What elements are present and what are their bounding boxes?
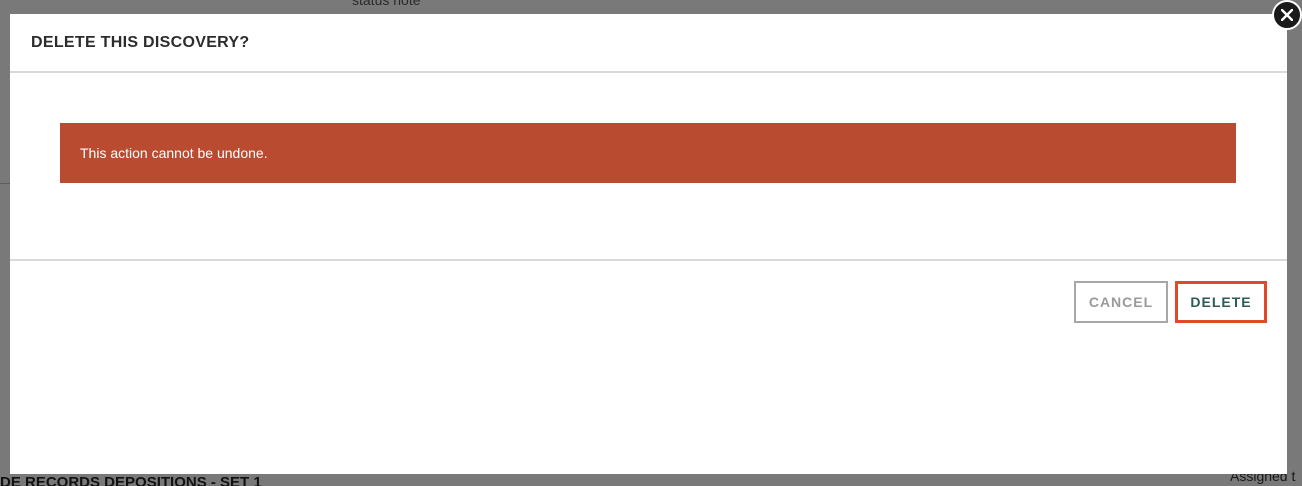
warning-message: This action cannot be undone. [80, 145, 268, 161]
dialog-footer: CANCEL DELETE [10, 261, 1287, 441]
dialog-title: DELETE THIS DISCOVERY? [31, 33, 250, 51]
dialog-header: DELETE THIS DISCOVERY? [10, 14, 1287, 73]
cancel-button[interactable]: CANCEL [1074, 281, 1168, 323]
delete-button[interactable]: DELETE [1175, 281, 1267, 323]
close-dialog-button[interactable] [1272, 0, 1302, 30]
warning-alert: This action cannot be undone. [60, 123, 1236, 183]
dialog-body: This action cannot be undone. [10, 73, 1287, 261]
close-icon [1281, 9, 1293, 21]
delete-discovery-dialog: DELETE THIS DISCOVERY? This action canno… [10, 14, 1287, 474]
